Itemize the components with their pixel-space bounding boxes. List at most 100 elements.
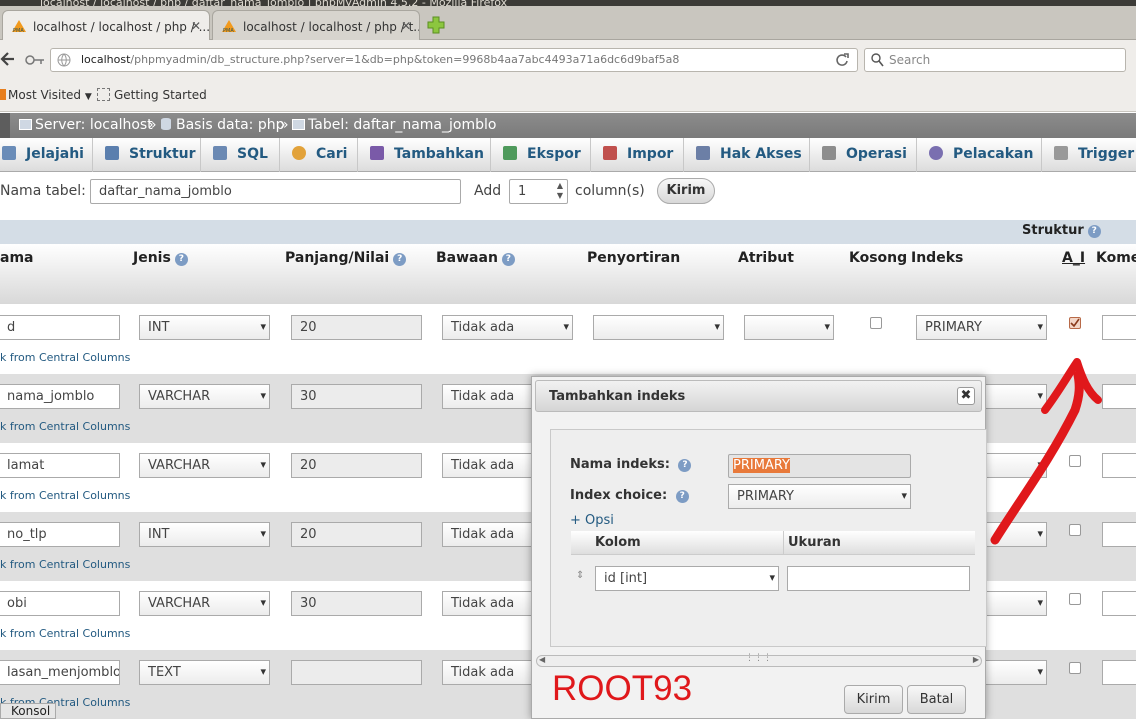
index-name-input[interactable]: PRIMARY: [728, 454, 911, 478]
index-select[interactable]: PRIMARY: [916, 315, 1047, 340]
dialog-cancel-button[interactable]: Batal: [907, 685, 966, 714]
tab-pelacakan[interactable]: Pelacakan: [917, 138, 1042, 172]
header-collation: Penyortiran: [587, 250, 681, 266]
pick-central-columns-link[interactable]: k from Central Columns: [0, 489, 130, 502]
comment-input[interactable]: [1102, 315, 1136, 340]
browse-icon: [2, 146, 16, 160]
column-name-input[interactable]: nama_jomblo: [0, 384, 120, 409]
table-name-input[interactable]: daftar_nama_jomblo: [90, 179, 461, 204]
breadcrumb-database[interactable]: Basis data: php: [161, 117, 284, 133]
dialog-horizontal-scrollbar[interactable]: ◀ ⋮⋮⋮ ▶: [536, 653, 982, 667]
breadcrumb-server[interactable]: Server: localhost: [19, 117, 153, 133]
svg-text:PMA: PMA: [13, 28, 24, 33]
globe-icon: [57, 53, 71, 67]
index-column-select[interactable]: id [int]: [595, 566, 779, 591]
type-select[interactable]: VARCHAR: [139, 591, 270, 616]
scroll-thumb-grip[interactable]: ⋮⋮⋮: [745, 653, 772, 663]
close-tab-icon[interactable]: ✕: [191, 19, 201, 33]
bookmark-getting-started[interactable]: Getting Started: [97, 88, 207, 102]
scroll-right-icon[interactable]: ▶: [973, 655, 979, 664]
structure-heading-label: Struktur: [1022, 223, 1084, 238]
close-icon[interactable]: ✖: [957, 387, 975, 405]
triggers-icon: [1054, 146, 1068, 160]
column-name-input[interactable]: obi: [0, 591, 120, 616]
pick-central-columns-link[interactable]: k from Central Columns: [0, 420, 130, 433]
type-select[interactable]: VARCHAR: [139, 384, 270, 409]
breadcrumb-server-label: Server: localhost: [35, 117, 153, 133]
column-name-input[interactable]: d: [0, 315, 120, 340]
submit-add-columns-button[interactable]: Kirim: [657, 178, 715, 204]
column-name-input[interactable]: lasan_menjomblo: [0, 660, 120, 685]
dialog-titlebar[interactable]: Tambahkan indeks ✖: [535, 380, 982, 412]
reload-icon[interactable]: [835, 53, 849, 67]
help-icon[interactable]: ?: [675, 490, 689, 503]
breadcrumb-separator: »: [148, 117, 157, 133]
auto-increment-checkbox[interactable]: [1069, 593, 1081, 605]
column-name-input[interactable]: no_tlp: [0, 522, 120, 547]
pick-central-columns-link[interactable]: k from Central Columns: [0, 558, 130, 571]
identity-key-icon[interactable]: [24, 52, 46, 68]
length-input[interactable]: 20: [291, 315, 422, 340]
collation-select[interactable]: [593, 315, 724, 340]
add-columns-stepper[interactable]: 1 ▲ ▼: [509, 179, 568, 204]
help-icon[interactable]: ?: [174, 253, 188, 266]
tab-sql[interactable]: SQL: [201, 138, 280, 172]
tab-struktur[interactable]: Struktur: [93, 138, 201, 172]
null-checkbox[interactable]: [870, 317, 882, 329]
url-bar[interactable]: localhost/phpmyadmin/db_structure.php?se…: [50, 48, 858, 72]
dialog-submit-button[interactable]: Kirim: [844, 685, 903, 714]
help-icon[interactable]: ?: [393, 253, 407, 266]
type-select[interactable]: INT: [139, 315, 270, 340]
console-toggle[interactable]: Konsol: [0, 703, 56, 719]
new-tab-icon[interactable]: [427, 16, 445, 34]
tab-cari[interactable]: Cari: [280, 138, 358, 172]
type-select[interactable]: TEXT: [139, 660, 270, 685]
attributes-select[interactable]: [744, 315, 834, 340]
length-input[interactable]: 20: [291, 453, 422, 478]
options-link[interactable]: + Opsi: [570, 513, 614, 528]
length-input[interactable]: [291, 660, 422, 685]
tab-trigger[interactable]: Trigger: [1042, 138, 1136, 172]
tab-impor[interactable]: Impor: [591, 138, 684, 172]
pick-central-columns-link[interactable]: k from Central Columns: [0, 627, 130, 640]
bookmark-most-visited[interactable]: Most Visited ▼: [0, 88, 92, 102]
auto-increment-checkbox[interactable]: [1069, 317, 1081, 329]
tab-operasi[interactable]: Operasi: [810, 138, 917, 172]
scroll-left-icon[interactable]: ◀: [539, 655, 545, 664]
help-icon[interactable]: ?: [1087, 225, 1101, 238]
type-select[interactable]: INT: [139, 522, 270, 547]
index-choice-label: Index choice: ?: [570, 488, 689, 503]
comment-input[interactable]: [1102, 591, 1136, 616]
length-input[interactable]: 20: [291, 522, 422, 547]
tab-tambahkan[interactable]: Tambahkan: [358, 138, 491, 172]
tab-ekspor[interactable]: Ekspor: [491, 138, 591, 172]
drag-handle-icon[interactable]: ⇕: [576, 570, 584, 581]
tab-hak-akses[interactable]: Hak Akses: [684, 138, 810, 172]
browser-tab-1[interactable]: PMA localhost / localhost / php / ... ✕: [2, 10, 210, 40]
type-select[interactable]: VARCHAR: [139, 453, 270, 478]
structure-heading: Struktur?: [1022, 223, 1101, 238]
header-default: Bawaan?: [436, 250, 515, 266]
comment-input[interactable]: [1102, 660, 1136, 685]
header-divider: [783, 531, 784, 555]
breadcrumb-table[interactable]: Tabel: daftar_nama_jomblo: [292, 117, 496, 133]
length-input[interactable]: 30: [291, 591, 422, 616]
collapse-navigation-icon[interactable]: [0, 113, 10, 138]
search-icon: [292, 146, 306, 160]
search-bar[interactable]: Search: [864, 48, 1126, 72]
default-select[interactable]: Tidak ada: [442, 315, 573, 340]
browser-tab-2[interactable]: PMA localhost / localhost / php / t... ✕: [212, 10, 420, 40]
auto-increment-checkbox[interactable]: [1069, 662, 1081, 674]
index-form-panel: Nama indeks: ? PRIMARY Index choice: ? P…: [550, 429, 987, 647]
stepper-arrows-icon[interactable]: ▲ ▼: [557, 181, 563, 201]
length-input[interactable]: 30: [291, 384, 422, 409]
column-name-input[interactable]: lamat: [0, 453, 120, 478]
help-icon[interactable]: ?: [501, 253, 515, 266]
help-icon[interactable]: ?: [678, 459, 692, 472]
back-arrow-icon[interactable]: [0, 48, 16, 70]
index-choice-select[interactable]: PRIMARY: [728, 484, 911, 509]
index-size-input[interactable]: [787, 566, 970, 591]
tab-jelajahi[interactable]: Jelajahi: [0, 138, 93, 172]
pick-central-columns-link[interactable]: k from Central Columns: [0, 351, 130, 364]
close-tab-icon[interactable]: ✕: [401, 19, 411, 33]
